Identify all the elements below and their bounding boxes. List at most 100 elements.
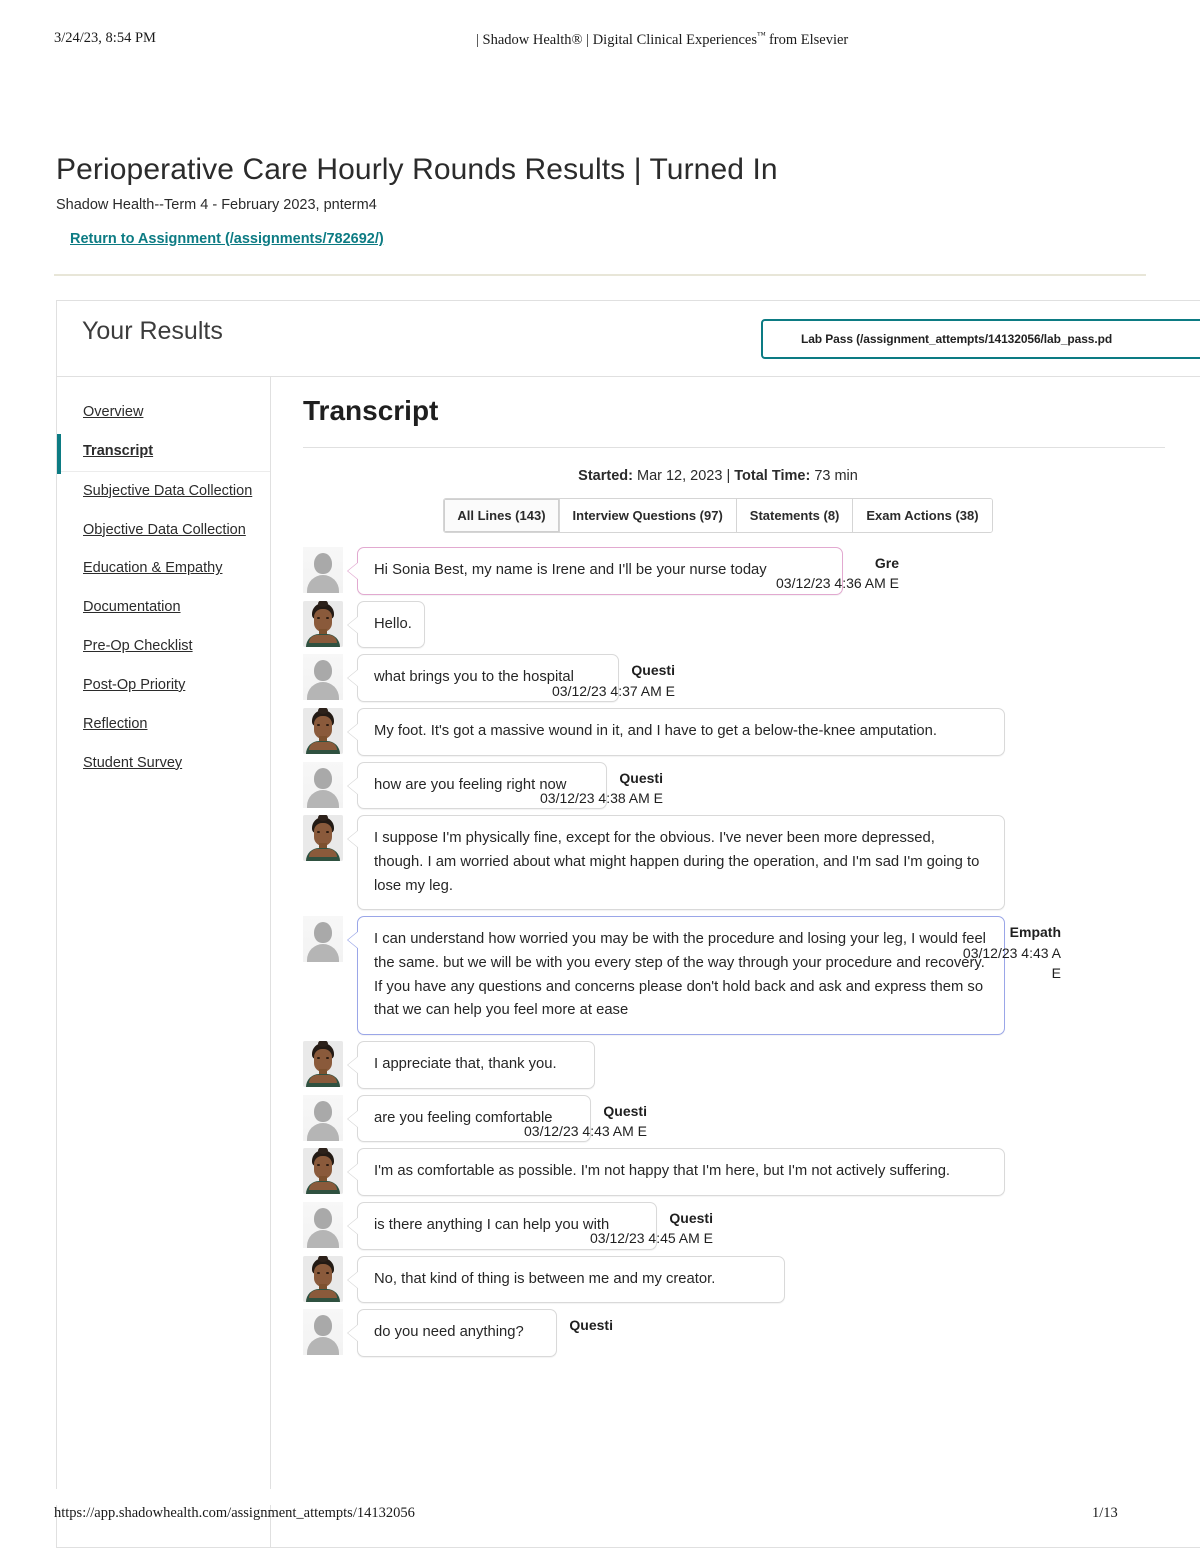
message-bubble: I appreciate that, thank you. (347, 1041, 595, 1089)
page-bottom-mask (0, 1489, 1200, 1505)
print-date: 3/24/23, 8:54 PM (54, 30, 156, 46)
sidebar-item-label: Pre-Op Checklist (83, 638, 193, 655)
message-kind-label: Questi (669, 1210, 713, 1227)
transcript-row: No, that kind of thing is between me and… (303, 1255, 1200, 1304)
results-card: Your Results Lab Pass (/assignment_attem… (56, 300, 1200, 1548)
lab-pass-button[interactable]: Lab Pass (/assignment_attempts/14132056/… (761, 319, 1200, 359)
patient-avatar-icon (303, 708, 343, 755)
tab-statements[interactable]: Statements (8) (736, 499, 854, 532)
sidebar-item-label: Education & Empathy (83, 560, 223, 577)
bubble-wrap: Hello. (347, 600, 425, 649)
message-meta: Questi 03/12/23 4:38 AM E (473, 768, 663, 809)
sidebar-item-label: Transcript (83, 442, 154, 459)
transcript-row: how are you feeling right now Questi 03/12… (303, 761, 1200, 810)
bubble-wrap: how are you feeling right now Questi 03/12… (347, 761, 663, 810)
message-kind-label: Questi (619, 769, 663, 786)
total-time-value: 73 min (814, 468, 858, 484)
nurse-avatar-icon (303, 1094, 343, 1141)
nurse-avatar-icon (303, 547, 343, 593)
bubble-wrap: I can understand how worried you may be … (347, 916, 1061, 1036)
transcript-row: do you need anything? Questi (303, 1309, 1200, 1358)
message-bubble: My foot. It's got a massive wound in it,… (347, 708, 1005, 756)
message-kind-label: Gre (874, 555, 899, 571)
tab-exam-actions[interactable]: Exam Actions (38) (853, 499, 992, 532)
sidebar-nav: Overview Transcript Subjective Data Coll… (57, 377, 271, 1547)
main-title: Transcript (303, 395, 439, 426)
transcript-row: I suppose I'm physically fine, except fo… (303, 815, 1200, 911)
sidebar-item-post-op-priority[interactable]: Post-Op Priority (57, 666, 270, 705)
bubble-wrap: No, that kind of thing is between me and… (347, 1255, 785, 1304)
message-bubble: No, that kind of thing is between me and… (347, 1255, 785, 1304)
transcript-row: I can understand how worried you may be … (303, 916, 1200, 1036)
return-to-assignment-link[interactable]: Return to Assignment (/assignments/78269… (70, 231, 384, 247)
tab-interview-questions[interactable]: Interview Questions (97) (559, 499, 737, 532)
print-header: 3/24/23, 8:54 PM | Shadow Health® | Digi… (0, 30, 1200, 50)
patient-avatar-icon (303, 1041, 343, 1088)
message-bubble: I'm as comfortable as possible. I'm not … (347, 1148, 1005, 1197)
print-header-brand: | Shadow Health® | Digital Clinical Expe… (476, 31, 757, 48)
sidebar-item-label: Student Survey (83, 754, 183, 771)
transcript-row: are you feeling comfortable Questi 03/12/2… (303, 1094, 1200, 1143)
total-time-label: Total Time: (734, 468, 811, 484)
session-summary: Started: Mar 12, 2023 | Total Time: 73 m… (303, 468, 1133, 484)
main-pane: Transcript Started: Mar 12, 2023 | Total… (271, 377, 1200, 1547)
started-value: Mar 12, 2023 (636, 468, 723, 484)
message-meta: Questi 03/12/23 4:43 AM E (457, 1101, 647, 1142)
sidebar-item-reflection[interactable]: Reflection (57, 705, 270, 744)
bubble-wrap: I suppose I'm physically fine, except fo… (347, 815, 1005, 911)
message-meta: Empath 03/12/23 4:43 A E (871, 922, 1061, 983)
message-meta: Gre 03/12/23 4:36 AM E (709, 553, 899, 594)
transcript-row: Hello. (303, 600, 1200, 649)
footer-page-number: 1/13 (1092, 1505, 1118, 1521)
sidebar-item-overview[interactable]: Overview (57, 393, 270, 432)
bubble-wrap: are you feeling comfortable Questi 03/12/2… (347, 1094, 647, 1143)
main-divider (303, 447, 1165, 448)
page-title: Perioperative Care Hourly Rounds Results… (56, 153, 778, 186)
sidebar-item-education-empathy[interactable]: Education & Empathy (57, 549, 270, 588)
message-kind-label: Empath (1009, 924, 1061, 941)
patient-avatar-icon (303, 815, 343, 862)
summary-separator: | (726, 468, 731, 484)
bubble-wrap: do you need anything? Questi (347, 1309, 613, 1358)
results-header: Your Results Lab Pass (/assignment_attem… (57, 301, 1200, 377)
message-timestamp: 03/12/23 4:36 AM E (776, 575, 899, 592)
nurse-avatar-icon (303, 1202, 343, 1249)
sidebar-item-pre-op-checklist[interactable]: Pre-Op Checklist (57, 627, 270, 666)
message-bubble: I suppose I'm physically fine, except fo… (347, 815, 1005, 911)
nurse-avatar-icon (303, 761, 343, 808)
message-meta: Questi 03/12/23 4:37 AM E (485, 660, 675, 701)
nurse-avatar-icon (303, 916, 343, 963)
bubble-wrap: I'm as comfortable as possible. I'm not … (347, 1148, 1005, 1197)
transcript-filter-tabs: All Lines (143) Interview Questions (97)… (303, 498, 1133, 533)
print-footer: https://app.shadowhealth.com/assignment_… (0, 1505, 1200, 1527)
sidebar-item-label: Post-Op Priority (83, 676, 186, 693)
transcript-row: I'm as comfortable as possible. I'm not … (303, 1148, 1200, 1197)
patient-avatar-icon (303, 1148, 343, 1195)
print-header-tail: from Elsevier (765, 31, 849, 48)
tab-all-lines[interactable]: All Lines (143) (444, 499, 560, 532)
bubble-wrap: I appreciate that, thank you. (347, 1041, 595, 1089)
bubble-wrap: what brings you to the hospital Questi 03/… (347, 654, 675, 703)
message-timestamp: 03/12/23 4:45 AM E (590, 1230, 713, 1247)
message-meta: Questi (423, 1315, 613, 1335)
transcript-row: Hi Sonia Best, my name is Irene and I'll… (303, 547, 1200, 595)
started-label: Started: (578, 468, 633, 484)
patient-avatar-icon (303, 600, 343, 647)
nurse-avatar-icon (303, 1309, 343, 1356)
results-body: Overview Transcript Subjective Data Coll… (57, 377, 1200, 1547)
sidebar-item-transcript[interactable]: Transcript (57, 432, 270, 474)
sidebar-item-student-survey[interactable]: Student Survey (57, 744, 270, 783)
message-timestamp-cont: E (1051, 964, 1061, 981)
footer-url: https://app.shadowhealth.com/assignment_… (54, 1505, 415, 1521)
sidebar-item-label: Objective Data Collection (83, 521, 246, 538)
sidebar-item-objective-data-collection[interactable]: Objective Data Collection (57, 511, 270, 550)
bubble-wrap: My foot. It's got a massive wound in it,… (347, 708, 1005, 756)
sidebar-item-subjective-data-collection[interactable]: Subjective Data Collection (57, 472, 270, 511)
message-timestamp: 03/12/23 4:43 AM E (524, 1123, 647, 1140)
message-kind-label: Questi (631, 662, 675, 679)
message-meta: Questi 03/12/23 4:45 AM E (523, 1208, 713, 1249)
page-subtitle: Shadow Health--Term 4 - February 2023, p… (56, 197, 377, 213)
sidebar-item-documentation[interactable]: Documentation (57, 588, 270, 627)
title-block: Perioperative Care Hourly Rounds Results… (56, 152, 1146, 248)
transcript-row: I appreciate that, thank you. (303, 1041, 1200, 1089)
